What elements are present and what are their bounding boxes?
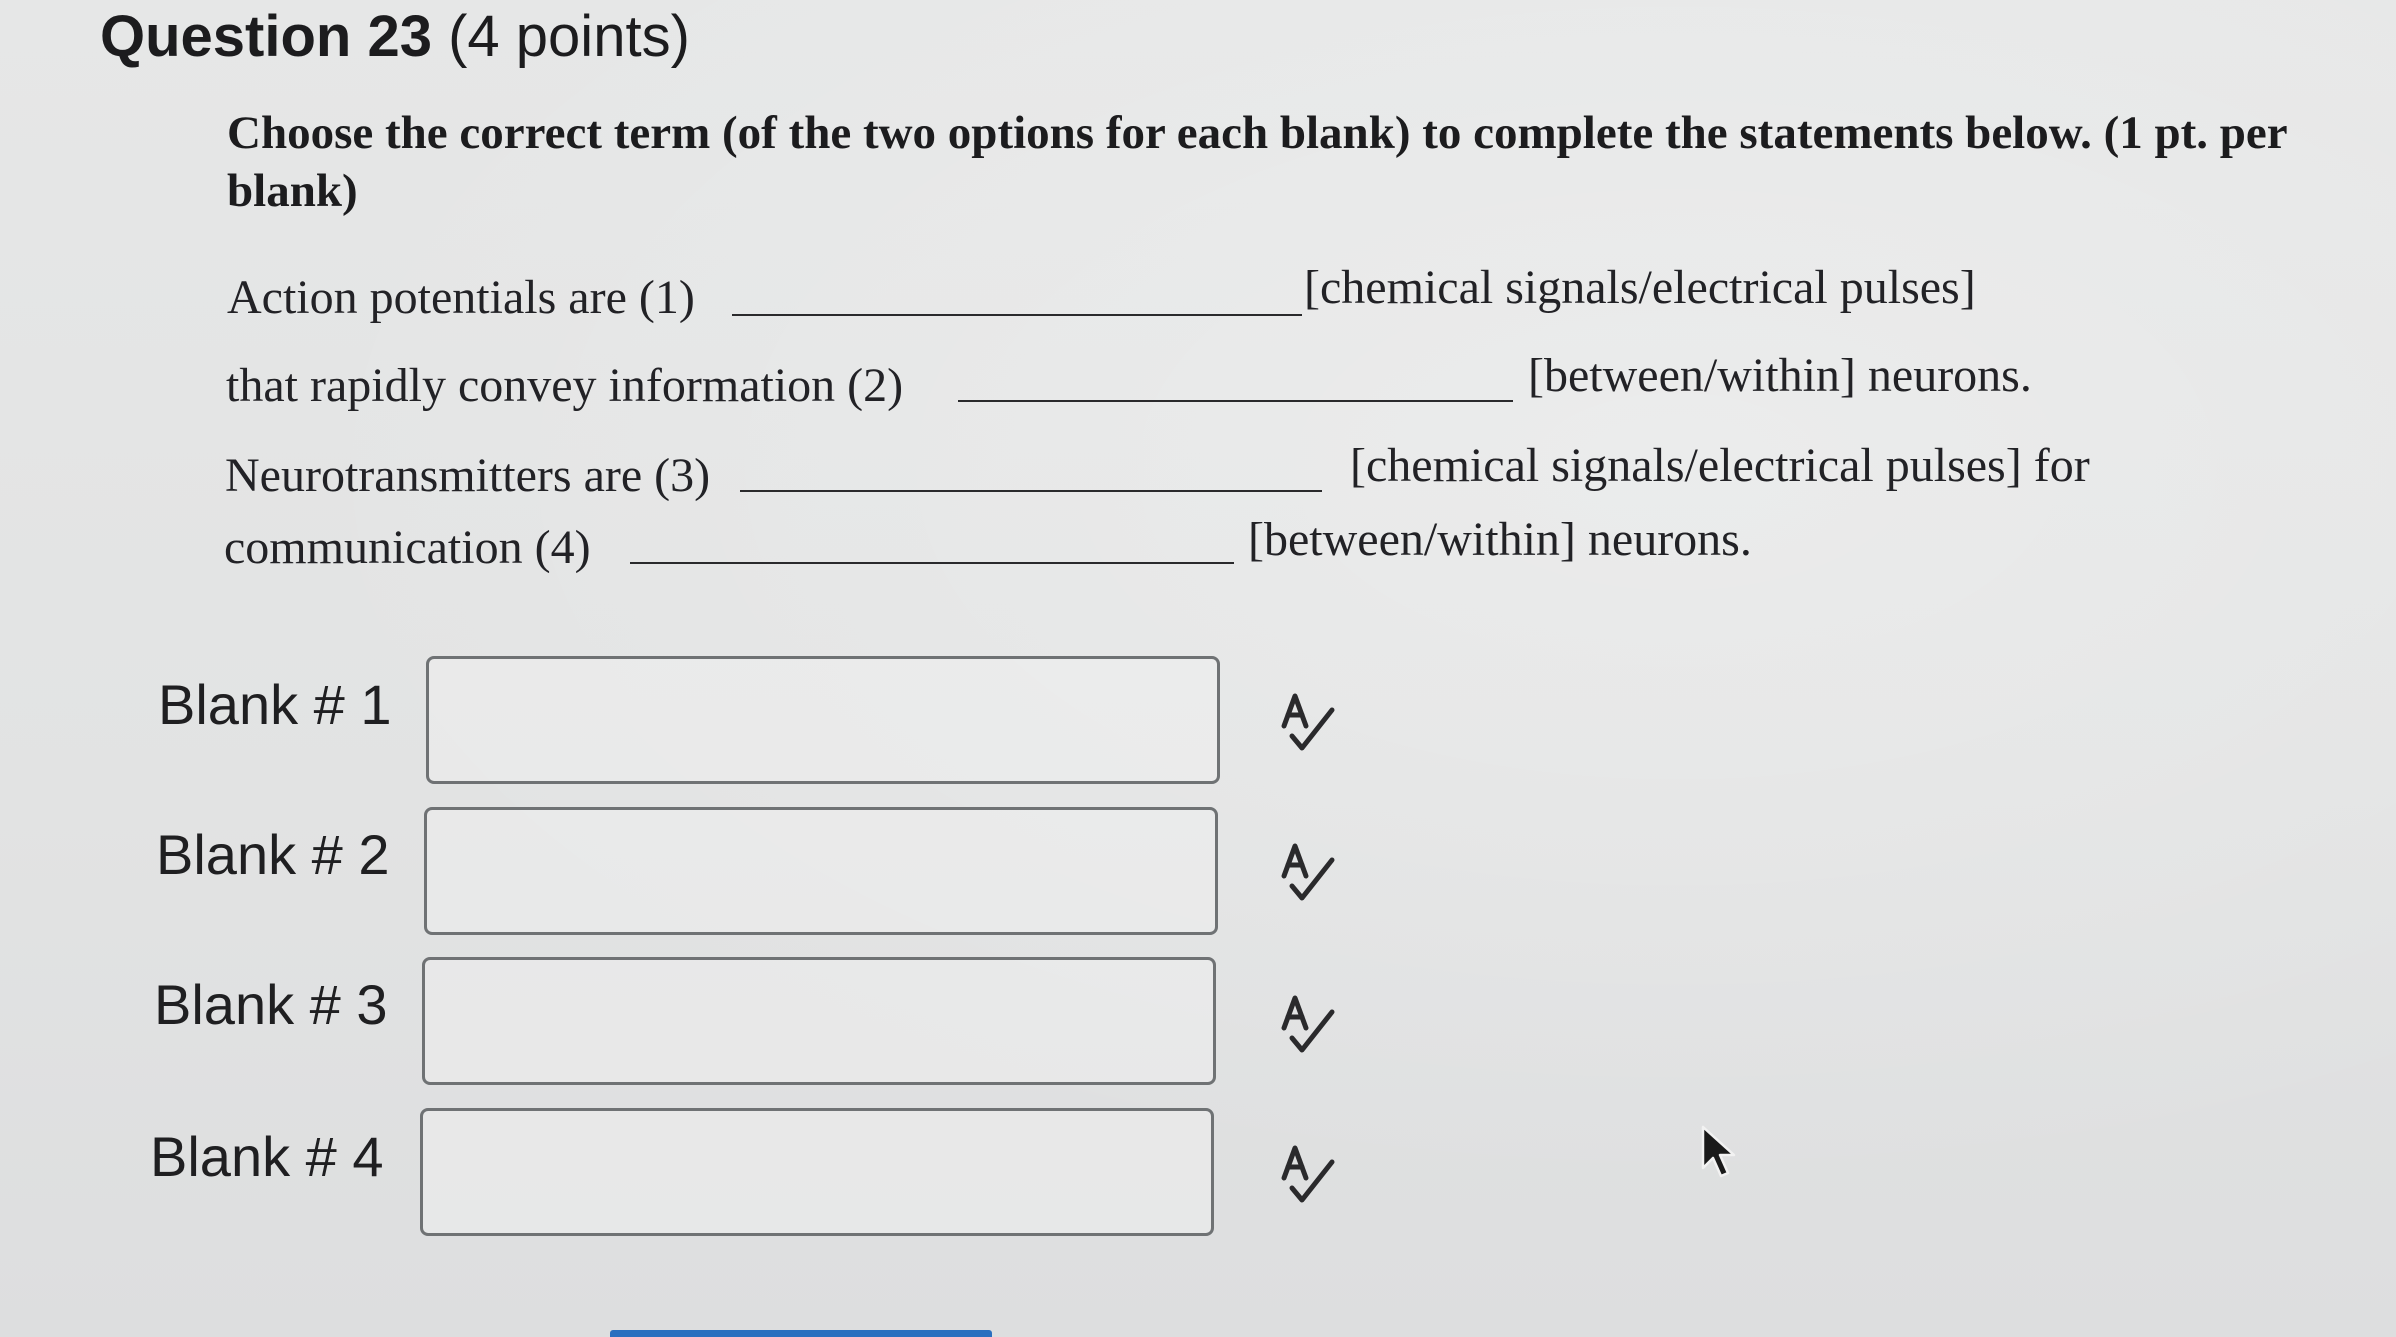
statement-2-options: [between/within] neurons. bbox=[1528, 349, 2032, 402]
statement-4-prefix: communication (4) bbox=[224, 521, 591, 574]
statement-1-prefix: Action potentials are (1) bbox=[227, 271, 695, 324]
statement-3-blank-line bbox=[740, 490, 1322, 492]
statement-1-options: [chemical signals/electrical pulses] bbox=[1304, 261, 1976, 314]
spellcheck-icon[interactable] bbox=[1278, 692, 1338, 754]
blank-2-input[interactable] bbox=[424, 807, 1218, 935]
statement-4-options: [between/within] neurons. bbox=[1248, 513, 1752, 566]
blank-2-label: Blank # 2 bbox=[156, 823, 390, 886]
blank-3-label: Blank # 3 bbox=[154, 973, 388, 1036]
spellcheck-icon[interactable] bbox=[1278, 1144, 1338, 1206]
quiz-page: Question 23 (4 points) Choose the correc… bbox=[0, 0, 2396, 1337]
spellcheck-icon[interactable] bbox=[1278, 842, 1338, 904]
blank-4-input[interactable] bbox=[420, 1108, 1214, 1236]
bottom-accent-bar bbox=[610, 1330, 992, 1337]
blank-1-input[interactable] bbox=[426, 656, 1220, 784]
question-title: Question 23 bbox=[100, 4, 432, 69]
blank-1-label: Blank # 1 bbox=[158, 673, 392, 736]
statement-2-prefix: that rapidly convey information (2) bbox=[226, 359, 904, 412]
question-instructions: Choose the correct term (of the two opti… bbox=[227, 107, 2287, 217]
blank-3-input[interactable] bbox=[422, 957, 1216, 1085]
statement-3-prefix: Neurotransmitters are (3) bbox=[225, 449, 711, 502]
statement-4-blank-line bbox=[630, 562, 1234, 564]
statement-2-blank-line bbox=[958, 400, 1513, 402]
spellcheck-icon[interactable] bbox=[1278, 994, 1338, 1056]
question-header: Question 23 (4 points) bbox=[100, 2, 690, 72]
mouse-cursor-icon bbox=[1701, 1125, 1736, 1178]
statement-1-blank-line bbox=[732, 314, 1302, 316]
statement-3-options: [chemical signals/electrical pulses] for bbox=[1350, 439, 2090, 492]
blank-4-label: Blank # 4 bbox=[150, 1125, 384, 1188]
question-points: (4 points) bbox=[448, 4, 690, 69]
